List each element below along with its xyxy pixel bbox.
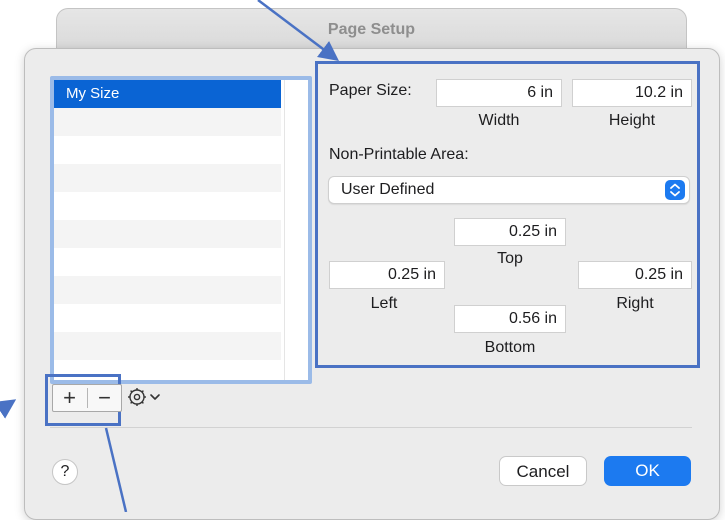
left-caption: Left (370, 295, 398, 312)
non-printable-area-label: Non-Printable Area: (329, 146, 469, 163)
gear-icon (128, 388, 146, 406)
right-caption: Right (616, 295, 654, 312)
list-item[interactable] (54, 304, 281, 332)
margin-left-field[interactable]: 0.25 in (329, 261, 445, 289)
paper-height-field[interactable]: 10.2 in (572, 79, 692, 107)
popup-arrows-icon (665, 180, 685, 200)
list-item[interactable] (54, 276, 281, 304)
margin-right-field[interactable]: 0.25 in (578, 261, 692, 289)
separator (50, 427, 692, 428)
list-item[interactable] (54, 220, 281, 248)
remove-size-button[interactable]: − (88, 385, 121, 411)
margin-bottom-field[interactable]: 0.56 in (454, 305, 566, 333)
margin-top-field[interactable]: 0.25 in (454, 218, 566, 246)
paper-width-field[interactable]: 6 in (436, 79, 562, 107)
non-printable-area-popup[interactable]: User Defined (328, 176, 690, 204)
list-item[interactable]: My Size (54, 80, 281, 108)
list-scroll-track[interactable] (284, 80, 308, 380)
action-menu-button[interactable] (124, 384, 170, 410)
ok-button[interactable]: OK (604, 456, 691, 486)
width-caption: Width (478, 112, 520, 129)
list-item[interactable] (54, 136, 281, 164)
top-caption: Top (497, 250, 523, 267)
window-title: Page Setup (327, 21, 416, 38)
add-remove-group: + − (52, 384, 122, 412)
bottom-caption: Bottom (484, 339, 536, 356)
custom-sizes-list[interactable]: My Size (50, 76, 312, 384)
add-size-button[interactable]: + (53, 385, 86, 411)
list-rows: My Size (54, 80, 281, 380)
list-item[interactable] (54, 164, 281, 192)
height-caption: Height (608, 112, 656, 129)
list-item[interactable] (54, 108, 281, 136)
popup-selected-value: User Defined (341, 181, 435, 198)
list-item[interactable] (54, 192, 281, 220)
list-item[interactable] (54, 332, 281, 360)
cancel-button[interactable]: Cancel (499, 456, 587, 486)
chevron-down-icon (150, 394, 160, 400)
paper-size-label: Paper Size: (329, 82, 412, 99)
list-item[interactable] (54, 248, 281, 276)
help-button[interactable]: ? (52, 459, 78, 485)
toolbar-arrow-left (0, 399, 17, 419)
